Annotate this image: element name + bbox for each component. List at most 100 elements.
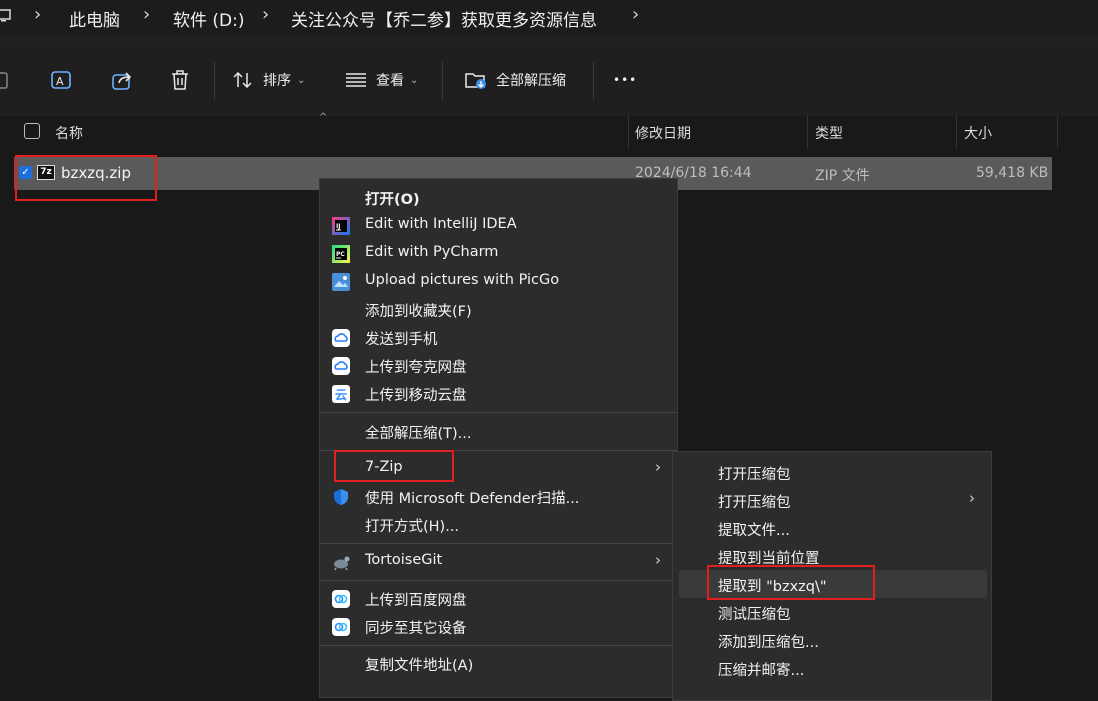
paste-icon[interactable] — [0, 66, 10, 94]
menu-item-label: 全部解压缩(T)... — [365, 426, 472, 442]
extract-all-button[interactable]: 全部解压缩 — [464, 66, 566, 94]
submenu-item-test-archive[interactable]: 测试压缩包 — [673, 598, 991, 626]
menu-item-intellij[interactable]: IJ Edit with IntelliJ IDEA — [320, 212, 677, 240]
delete-icon[interactable] — [170, 66, 190, 94]
chevron-right-icon: › — [262, 4, 270, 25]
file-size: 59,418 KB — [976, 165, 1049, 181]
menu-item-label: 添加到收藏夹(F) — [365, 304, 472, 320]
more-options-button[interactable]: ••• — [613, 66, 637, 94]
menu-item-label: 同步至其它设备 — [365, 621, 467, 637]
menu-item-label: 上传到夸克网盘 — [365, 360, 467, 376]
defender-shield-icon — [332, 488, 350, 506]
sort-icon — [233, 71, 252, 89]
chevron-right-icon: › — [655, 551, 661, 569]
menu-item-label: TortoiseGit — [365, 552, 443, 568]
sort-label: 排序 — [263, 73, 291, 89]
pycharm-icon: PC — [332, 245, 350, 263]
tortoisegit-icon — [332, 553, 350, 571]
submenu-item-label: 压缩并邮寄... — [718, 663, 805, 679]
menu-item-label: 打开(O) — [365, 192, 420, 208]
extract-all-label: 全部解压缩 — [496, 73, 566, 89]
toolbar-divider — [214, 62, 215, 100]
highlight-box — [707, 565, 875, 600]
menu-divider — [320, 645, 677, 646]
baidu-netdisk-icon — [332, 618, 350, 636]
menu-item-label: Edit with IntelliJ IDEA — [365, 216, 517, 232]
menu-item-open-with[interactable]: 打开方式(H)... — [320, 511, 677, 539]
column-header-modified[interactable]: 修改日期 — [635, 123, 691, 143]
address-divider — [0, 36, 1098, 44]
baidu-netdisk-icon — [332, 590, 350, 608]
toolbar-divider — [442, 62, 443, 100]
quark-cloud-icon — [332, 357, 350, 375]
chevron-right-icon: › — [34, 4, 42, 25]
menu-divider — [320, 580, 677, 581]
chevron-right-icon: › — [655, 458, 661, 476]
column-separator[interactable] — [1057, 116, 1058, 148]
menu-item-mobile-cloud[interactable]: 云 上传到移动云盘 — [320, 380, 677, 408]
rename-icon[interactable]: A — [50, 66, 72, 94]
submenu-item-label: 测试压缩包 — [718, 607, 791, 623]
menu-item-open[interactable]: 打开(O) — [320, 184, 677, 212]
breadcrumb-this-pc[interactable]: 此电脑 — [69, 6, 120, 31]
menu-divider — [320, 412, 677, 413]
menu-item-label: 上传到百度网盘 — [365, 593, 467, 609]
svg-text:云: 云 — [335, 388, 347, 402]
menu-item-send-phone[interactable]: 发送到手机 — [320, 324, 677, 352]
highlight-box — [334, 450, 454, 482]
submenu-item-label: 提取文件... — [718, 523, 790, 539]
menu-item-picgo[interactable]: Upload pictures with PicGo — [320, 268, 677, 296]
submenu-item-label: 添加到压缩包... — [718, 635, 819, 651]
submenu-item-add-to-archive[interactable]: 添加到压缩包... — [673, 626, 991, 654]
menu-item-label: 发送到手机 — [365, 332, 438, 348]
submenu-item-extract-files[interactable]: 提取文件... — [673, 514, 991, 542]
menu-item-label: 复制文件地址(A) — [365, 658, 474, 674]
menu-item-copy-path[interactable]: 复制文件地址(A) — [320, 650, 677, 678]
submenu-item-label: 打开压缩包 — [718, 495, 791, 511]
command-bar: A 排序 ⌄ 查看 ⌄ 全部解压缩 ••• — [0, 44, 1098, 116]
address-bar[interactable]: › 此电脑 › 软件 (D:) › 关注公众号【乔二参】获取更多资源信息 › — [0, 0, 1098, 36]
file-type: ZIP 文件 — [815, 168, 870, 184]
menu-item-sync[interactable]: 同步至其它设备 — [320, 613, 677, 641]
breadcrumb-folder[interactable]: 关注公众号【乔二参】获取更多资源信息 — [291, 6, 597, 31]
menu-item-tortoisegit[interactable]: TortoiseGit › — [320, 548, 677, 576]
chevron-right-icon: › — [143, 4, 151, 25]
view-label: 查看 — [376, 73, 404, 89]
column-separator[interactable] — [956, 116, 957, 148]
svg-text:A: A — [56, 75, 64, 88]
column-separator[interactable] — [628, 116, 629, 148]
computer-icon — [0, 8, 12, 28]
view-icon — [346, 73, 366, 87]
submenu-item-compress-email[interactable]: 压缩并邮寄... — [673, 654, 991, 682]
view-button[interactable]: 查看 ⌄ — [345, 66, 418, 94]
chevron-down-icon: ⌄ — [410, 74, 419, 86]
submenu-item-open-archive[interactable]: 打开压缩包 — [673, 458, 991, 486]
context-menu: 打开(O) IJ Edit with IntelliJ IDEA PC Edit… — [319, 178, 678, 698]
column-header-size[interactable]: 大小 — [964, 123, 992, 143]
svg-text:PC: PC — [336, 251, 345, 258]
share-icon[interactable] — [111, 66, 133, 94]
menu-item-defender[interactable]: 使用 Microsoft Defender扫描... — [320, 483, 677, 511]
column-separator[interactable] — [807, 116, 808, 148]
toolbar-divider — [593, 62, 594, 100]
menu-item-pycharm[interactable]: PC Edit with PyCharm — [320, 240, 677, 268]
menu-item-label: 使用 Microsoft Defender扫描... — [365, 491, 580, 507]
svg-text:IJ: IJ — [336, 223, 340, 230]
menu-item-favorites[interactable]: 添加到收藏夹(F) — [320, 296, 677, 324]
highlight-box — [15, 155, 157, 201]
sort-button[interactable]: 排序 ⌄ — [233, 66, 305, 94]
sort-ascending-icon: ^ — [319, 112, 328, 123]
menu-item-extract-all[interactable]: 全部解压缩(T)... — [320, 418, 677, 446]
column-header-name[interactable]: 名称 — [55, 123, 83, 143]
submenu-item-open-archive-more[interactable]: 打开压缩包 › — [673, 486, 991, 514]
menu-item-label: 打开方式(H)... — [365, 519, 460, 535]
select-all-checkbox[interactable] — [24, 123, 40, 139]
column-header-type[interactable]: 类型 — [815, 123, 843, 143]
chevron-down-icon: ⌄ — [297, 74, 306, 86]
breadcrumb-drive-d[interactable]: 软件 (D:) — [173, 6, 245, 31]
menu-item-baidu[interactable]: 上传到百度网盘 — [320, 585, 677, 613]
menu-item-quark[interactable]: 上传到夸克网盘 — [320, 352, 677, 380]
menu-divider — [320, 543, 677, 544]
menu-item-label: 上传到移动云盘 — [365, 388, 467, 404]
chevron-right-icon[interactable]: › — [632, 4, 639, 25]
